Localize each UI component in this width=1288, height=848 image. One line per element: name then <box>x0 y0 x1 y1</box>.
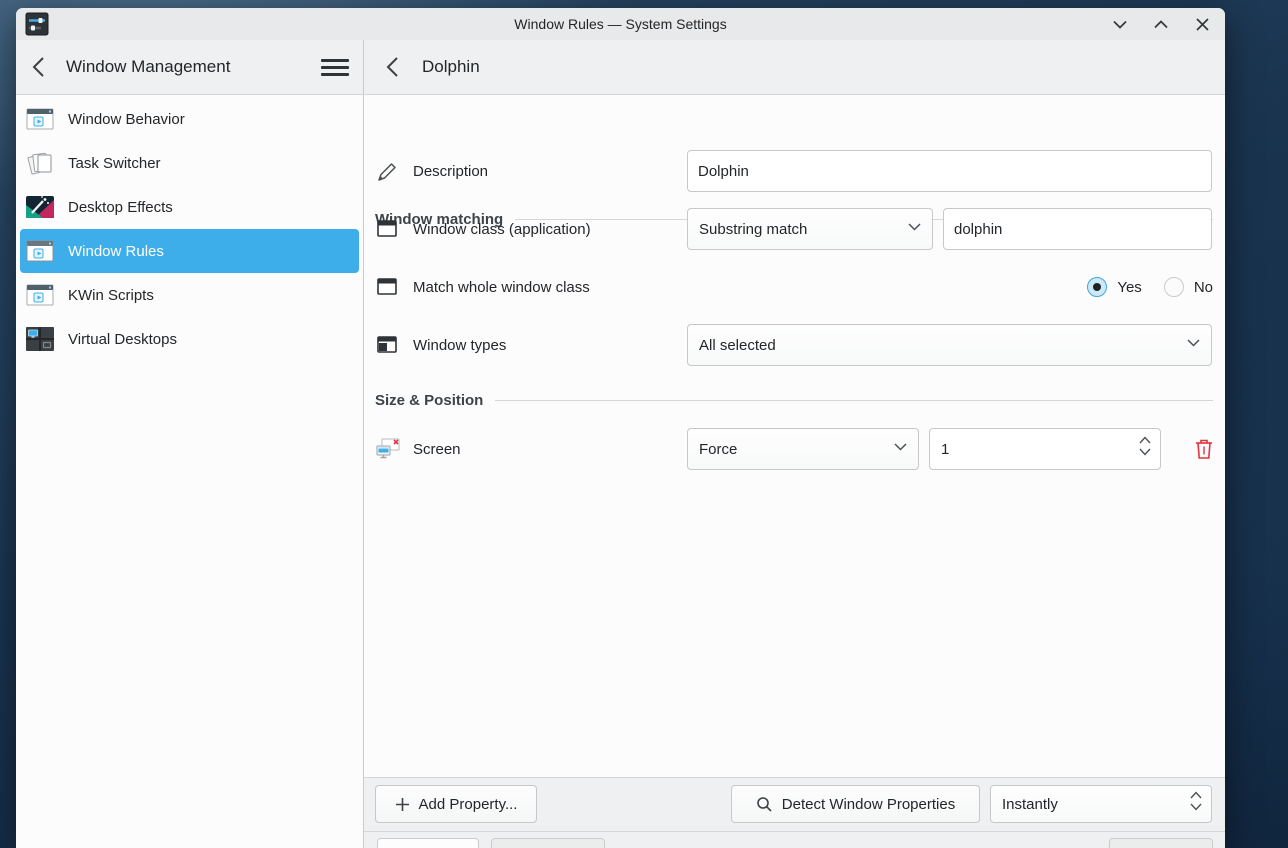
actions-bar: Add Property... Detect Window Properties… <box>364 777 1225 831</box>
sidebar-item-kwin-scripts[interactable]: KWin Scripts <box>20 273 359 317</box>
sidebar-item-desktop-effects[interactable]: Desktop Effects <box>20 185 359 229</box>
sidebar: Window Behavior Task Switcher <box>16 95 364 848</box>
search-icon <box>756 796 773 813</box>
edit-pencil-icon <box>375 158 399 184</box>
window-behavior-icon <box>24 103 56 135</box>
radio-yes[interactable] <box>1087 277 1107 297</box>
match-whole-radio-group: Yes No <box>1087 277 1213 297</box>
section-title: Size & Position <box>375 392 483 409</box>
window-title: Window Rules — System Settings <box>16 8 1225 40</box>
window-class-row: Window class (application) Substring mat… <box>375 208 1213 250</box>
sidebar-item-window-rules[interactable]: Window Rules <box>20 229 359 273</box>
spin-up-icon <box>1190 791 1202 799</box>
main-back-button[interactable] <box>386 57 404 77</box>
window-class-label: Window class (application) <box>413 221 591 238</box>
delete-property-button[interactable] <box>1191 436 1217 462</box>
sidebar-item-label: Window Behavior <box>68 111 185 128</box>
section-divider <box>495 400 1213 401</box>
description-label: Description <box>413 163 488 180</box>
close-button[interactable] <box>1195 17 1209 31</box>
window-types-label: Window types <box>413 337 506 354</box>
spin-up-icon <box>1139 436 1151 444</box>
description-row: Description <box>375 150 1213 192</box>
sidebar-item-task-switcher[interactable]: Task Switcher <box>20 141 359 185</box>
window-class-icon <box>375 216 399 242</box>
screen-rule-dropdown[interactable]: Force <box>687 428 919 470</box>
spin-down-icon <box>1190 803 1202 811</box>
sidebar-item-virtual-desktops[interactable]: Virtual Desktops <box>20 317 359 361</box>
window-types-dropdown[interactable]: All selected <box>687 324 1212 366</box>
window-class-value-input[interactable] <box>943 208 1212 250</box>
sidebar-item-label: Task Switcher <box>68 155 161 172</box>
titlebar[interactable]: Window Rules — System Settings <box>16 8 1225 40</box>
sidebar-item-label: KWin Scripts <box>68 287 154 304</box>
sidebar-title: Window Management <box>66 57 230 77</box>
menu-icon[interactable] <box>321 56 349 78</box>
main-header: Dolphin <box>364 40 1225 94</box>
sidebar-header: Window Management <box>16 40 364 94</box>
radio-yes-label: Yes <box>1117 279 1141 296</box>
kwin-scripts-icon <box>24 279 56 311</box>
desktop-effects-icon <box>24 191 56 223</box>
window-types-icon <box>375 332 399 358</box>
system-settings-window: Window Rules — System Settings Window Ma… <box>16 8 1225 848</box>
section-size-position: Size & Position <box>375 388 1213 412</box>
minimize-button[interactable] <box>1113 17 1127 31</box>
screen-label: Screen <box>413 441 461 458</box>
sidebar-back-button[interactable] <box>32 57 50 77</box>
rule-editor-pane: Window matching Description <box>364 95 1225 848</box>
detect-window-properties-button[interactable]: Detect Window Properties <box>731 785 980 823</box>
page-title: Dolphin <box>422 57 480 77</box>
footer-button-1[interactable] <box>377 838 479 848</box>
match-whole-class-label: Match whole window class <box>413 279 590 296</box>
plus-icon <box>395 797 410 812</box>
chevron-down-icon <box>1187 339 1200 347</box>
virtual-desktops-icon <box>24 323 56 355</box>
task-switcher-icon <box>24 147 56 179</box>
window-class-match-mode-dropdown[interactable]: Substring match <box>687 208 933 250</box>
footer-strip <box>364 831 1225 848</box>
match-whole-class-row: Match whole window class Yes No <box>375 266 1213 308</box>
sidebar-item-window-behavior[interactable]: Window Behavior <box>20 97 359 141</box>
sidebar-item-label: Window Rules <box>68 243 164 260</box>
sidebar-item-label: Virtual Desktops <box>68 331 177 348</box>
maximize-button[interactable] <box>1154 17 1168 31</box>
apply-timing-spinner[interactable]: Instantly <box>990 785 1212 823</box>
sidebar-item-label: Desktop Effects <box>68 199 173 216</box>
window-types-row: Window types All selected <box>375 324 1213 366</box>
add-property-button[interactable]: Add Property... <box>375 785 537 823</box>
chevron-down-icon <box>894 443 907 451</box>
radio-no[interactable] <box>1164 277 1184 297</box>
description-input[interactable] <box>687 150 1212 192</box>
spin-down-icon <box>1139 448 1151 456</box>
radio-no-label: No <box>1194 279 1213 296</box>
window-rules-icon <box>24 235 56 267</box>
header-row: Window Management Dolphin <box>16 40 1225 95</box>
screen-icon <box>375 436 399 462</box>
screen-row: Screen Force 1 <box>375 428 1213 470</box>
window-outline-icon <box>375 274 399 300</box>
footer-button-2[interactable] <box>491 838 605 848</box>
footer-button-3[interactable] <box>1109 838 1213 848</box>
screen-number-spinbox[interactable]: 1 <box>929 428 1161 470</box>
chevron-down-icon <box>908 223 921 231</box>
